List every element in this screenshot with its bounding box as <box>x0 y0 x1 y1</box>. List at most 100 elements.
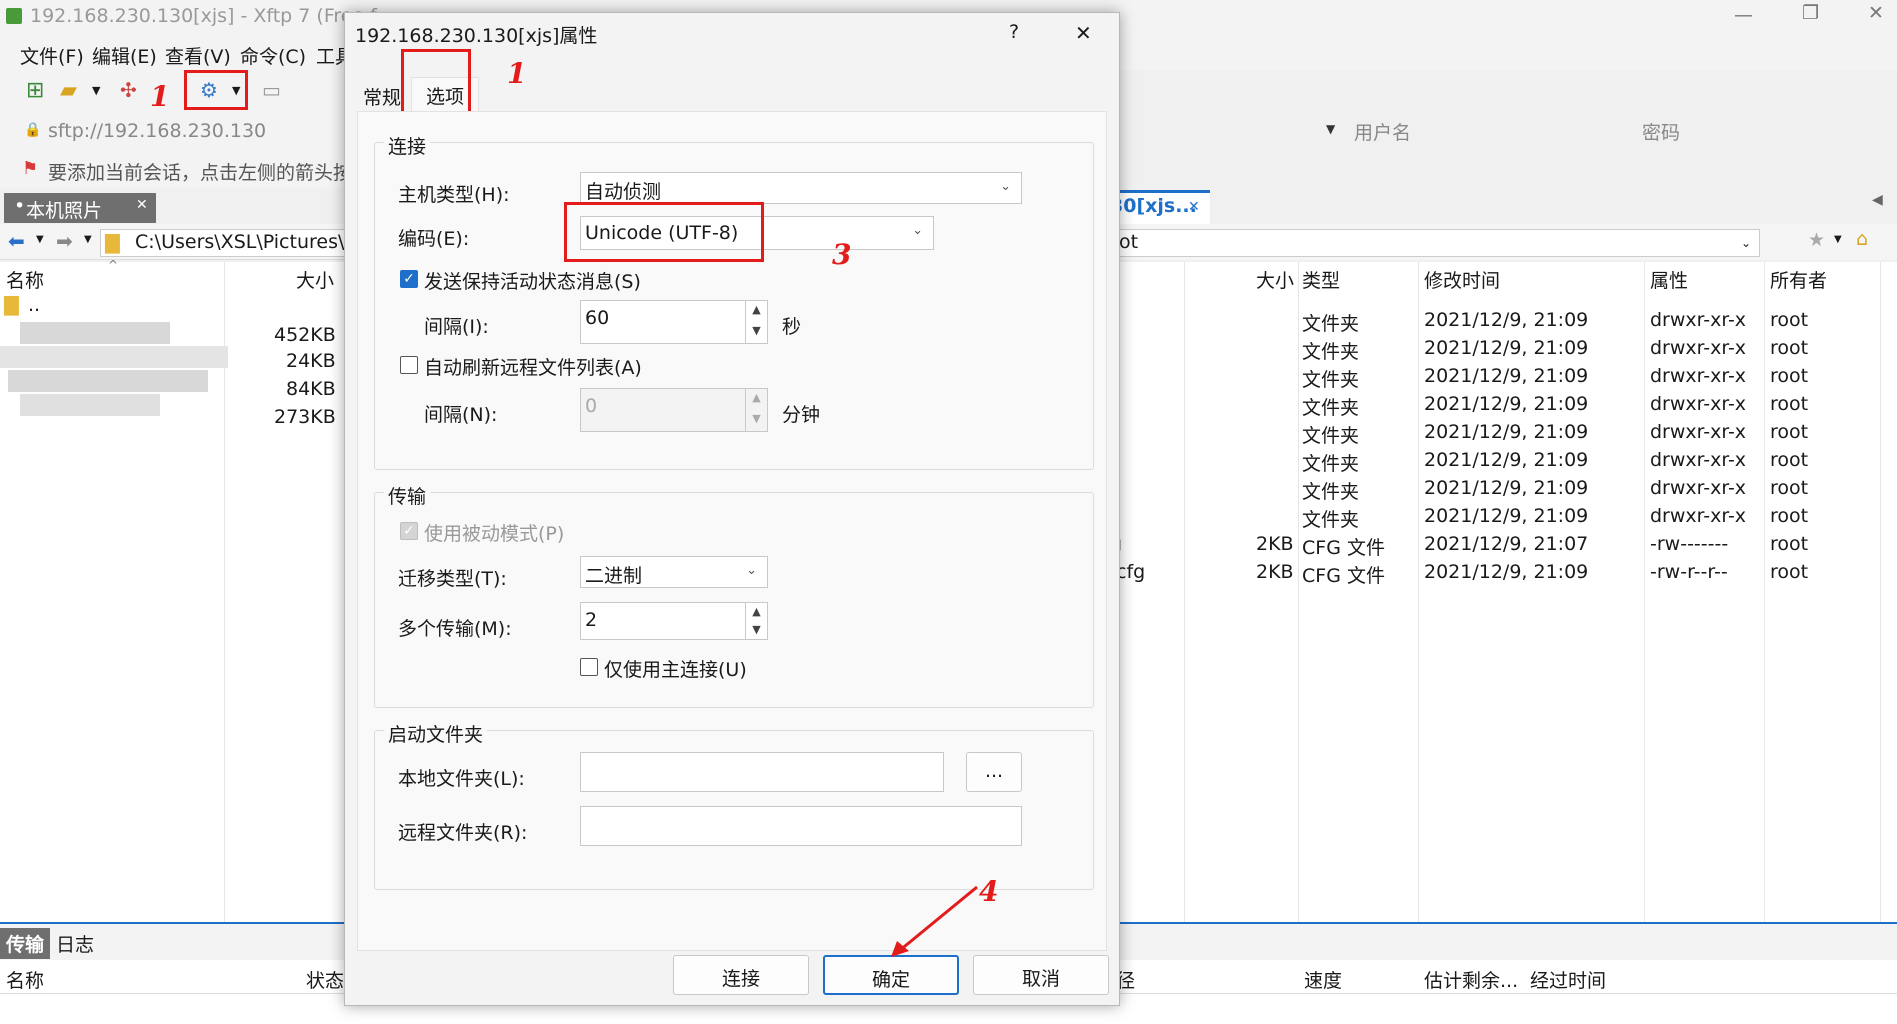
help-icon[interactable]: ? <box>1009 21 1019 43</box>
chevron-down-icon[interactable]: ⌄ <box>1741 236 1751 250</box>
tab-log[interactable]: 日志 <box>56 930 94 957</box>
folder-icon: ▇ <box>105 232 120 254</box>
tab-local-label: 本机照片 <box>26 200 103 222</box>
cancel-button[interactable]: 取消 <box>973 955 1109 995</box>
column-attributes[interactable]: 属性 <box>1650 266 1688 293</box>
local-folder-input[interactable] <box>580 752 944 792</box>
new-session-icon[interactable]: ⊞ <box>26 78 44 103</box>
table-row[interactable]: 文件夹 2021/12/9, 21:09 drwxr-xr-x root <box>1110 418 1897 447</box>
close-icon[interactable]: ✕ <box>1075 21 1092 45</box>
address-dropdown-icon[interactable]: ▼ <box>1326 122 1335 136</box>
table-row[interactable]: 文件夹 2021/12/9, 21:09 drwxr-xr-x root <box>1110 306 1897 335</box>
file-size: 2KB <box>1256 561 1294 583</box>
app-icon <box>6 8 22 24</box>
list-item[interactable]: 84KB <box>0 378 345 406</box>
interval-spinner[interactable]: 60 ▲ ▼ <box>580 300 768 344</box>
list-item[interactable]: 452KB <box>0 322 345 350</box>
menu-edit[interactable]: 编辑(E) <box>92 42 157 69</box>
chevron-down-icon[interactable]: ▼ <box>1834 234 1842 245</box>
chevron-down-icon[interactable]: ▼ <box>92 84 100 97</box>
scroll-tabs-icon[interactable]: ◀ <box>1872 192 1883 208</box>
spinner-buttons[interactable]: ▲ ▼ <box>745 603 767 639</box>
file-permissions: drwxr-xr-x <box>1650 477 1747 499</box>
file-size: 2KB <box>1256 533 1294 555</box>
tab-remote-session[interactable]: 30[xjs... ✕ <box>1110 190 1210 224</box>
spinner-buttons[interactable]: ▲ ▼ <box>745 301 767 343</box>
column-size[interactable]: 大小 <box>296 266 334 293</box>
file-type: 文件夹 <box>1302 313 1360 335</box>
file-owner: root <box>1770 505 1809 527</box>
username-field[interactable]: 用户名 <box>1354 118 1411 145</box>
column-status[interactable]: 状态 <box>306 966 344 993</box>
forward-arrow-icon[interactable]: ➡ <box>56 229 73 253</box>
table-row[interactable]: 文件夹 2021/12/9, 21:09 drwxr-xr-x root <box>1110 502 1897 531</box>
table-row[interactable]: 文件夹 2021/12/9, 21:09 drwxr-xr-x root <box>1110 446 1897 475</box>
column-speed[interactable]: 速度 <box>1304 966 1342 993</box>
table-row[interactable]: 文件夹 2021/12/9, 21:09 drwxr-xr-x root <box>1110 474 1897 503</box>
home-folder-icon[interactable]: ⌂ <box>1856 228 1868 250</box>
menu-view[interactable]: 查看(V) <box>165 42 231 69</box>
column-type[interactable]: 类型 <box>1302 266 1340 293</box>
back-arrow-icon[interactable]: ⬅ <box>8 229 25 253</box>
column-eta[interactable]: 估计剩余... <box>1424 966 1518 993</box>
column-elapsed[interactable]: 经过时间 <box>1530 966 1606 993</box>
column-owner[interactable]: 所有者 <box>1770 266 1827 293</box>
local-path-input[interactable]: ▇ C:\Users\XSL\Pictures\Ca <box>100 229 345 257</box>
column-size[interactable]: 大小 <box>1256 266 1294 293</box>
file-size: 452KB <box>274 324 336 346</box>
tab-general[interactable]: 常规 <box>363 83 401 110</box>
tab-transfer[interactable]: 传输 <box>0 928 51 959</box>
table-row[interactable]: 文件夹 2021/12/9, 21:09 drwxr-xr-x root <box>1110 334 1897 363</box>
transfer-mode-select[interactable]: 二进制 ⌄ <box>580 556 768 588</box>
multi-transfer-spinner[interactable]: 2 ▲ ▼ <box>580 602 768 640</box>
menu-file[interactable]: 文件(F) <box>20 42 84 69</box>
interval-unit: 秒 <box>782 316 802 338</box>
autorefresh-checkbox[interactable] <box>400 356 418 374</box>
tab-local-photos[interactable]: • 本机照片 ✕ <box>4 193 156 223</box>
column-divider <box>1298 262 1299 922</box>
keepalive-checkbox[interactable]: ✓ <box>400 270 418 288</box>
table-row[interactable]: 文件夹 2021/12/9, 21:09 drwxr-xr-x root <box>1110 362 1897 391</box>
host-type-select[interactable]: 自动侦测 ⌄ <box>580 172 1022 204</box>
menu-command[interactable]: 命令(C) <box>240 42 306 69</box>
spin-down-icon[interactable]: ▼ <box>746 322 767 343</box>
minimize-icon[interactable]: — <box>1734 4 1753 26</box>
local-file-list: ▇ .. 452KB 24KB 84KB 273KB <box>0 292 345 922</box>
folder-icon: ▇ <box>4 294 19 316</box>
connect-button[interactable]: 连接 <box>673 955 809 995</box>
terminal-icon[interactable]: ▭ <box>262 78 281 102</box>
column-name[interactable]: 名称 <box>6 266 44 293</box>
file-size: 273KB <box>274 406 336 428</box>
list-item-parent[interactable]: ▇ .. <box>0 294 345 322</box>
table-row[interactable]: g2KBCFG 文件2021/12/9, 21:07-rw-------root <box>1110 530 1897 559</box>
remote-folder-input[interactable] <box>580 806 1022 846</box>
table-row[interactable]: 文件夹 2021/12/9, 21:09 drwxr-xr-x root <box>1110 390 1897 419</box>
disconnect-icon[interactable]: ✣ <box>120 78 137 102</box>
star-icon[interactable]: ★ <box>1808 229 1825 251</box>
remote-path-input[interactable]: ot ⌄ <box>1110 229 1760 257</box>
table-row[interactable]: .cfg 2KB CFG 文件 2021/12/9, 21:09 -rw-r--r-- r… <box>1110 558 1897 587</box>
column-modified[interactable]: 修改时间 <box>1424 266 1500 293</box>
file-permissions: -rw------- <box>1650 533 1729 555</box>
address-input[interactable]: sftp://192.168.230.130 <box>48 120 266 142</box>
open-folder-icon[interactable]: ▰ <box>60 78 77 103</box>
list-item[interactable]: 273KB <box>0 406 345 434</box>
column-name[interactable]: 名称 <box>6 966 44 993</box>
close-tab-icon[interactable]: ✕ <box>1188 199 1200 215</box>
browse-button[interactable]: ... <box>966 752 1022 792</box>
spin-down-icon[interactable]: ▼ <box>746 621 767 639</box>
file-type: 文件夹 <box>1302 341 1360 363</box>
file-modified: 2021/12/9, 21:07 <box>1424 533 1589 555</box>
chevron-down-icon[interactable]: ▼ <box>84 234 92 245</box>
spin-up-icon[interactable]: ▲ <box>746 603 767 621</box>
spin-up-icon[interactable]: ▲ <box>746 301 767 322</box>
close-tab-icon[interactable]: ✕ <box>136 197 148 213</box>
file-permissions: drwxr-xr-x <box>1650 449 1747 471</box>
ok-button[interactable]: 确定 <box>823 955 959 995</box>
chevron-down-icon[interactable]: ▼ <box>36 234 44 245</box>
list-item[interactable]: 24KB <box>0 350 345 378</box>
main-connection-only-checkbox[interactable] <box>580 658 598 676</box>
maximize-icon[interactable]: ❐ <box>1802 2 1819 24</box>
password-field[interactable]: 密码 <box>1642 118 1680 145</box>
close-window-icon[interactable]: ✕ <box>1868 2 1884 24</box>
